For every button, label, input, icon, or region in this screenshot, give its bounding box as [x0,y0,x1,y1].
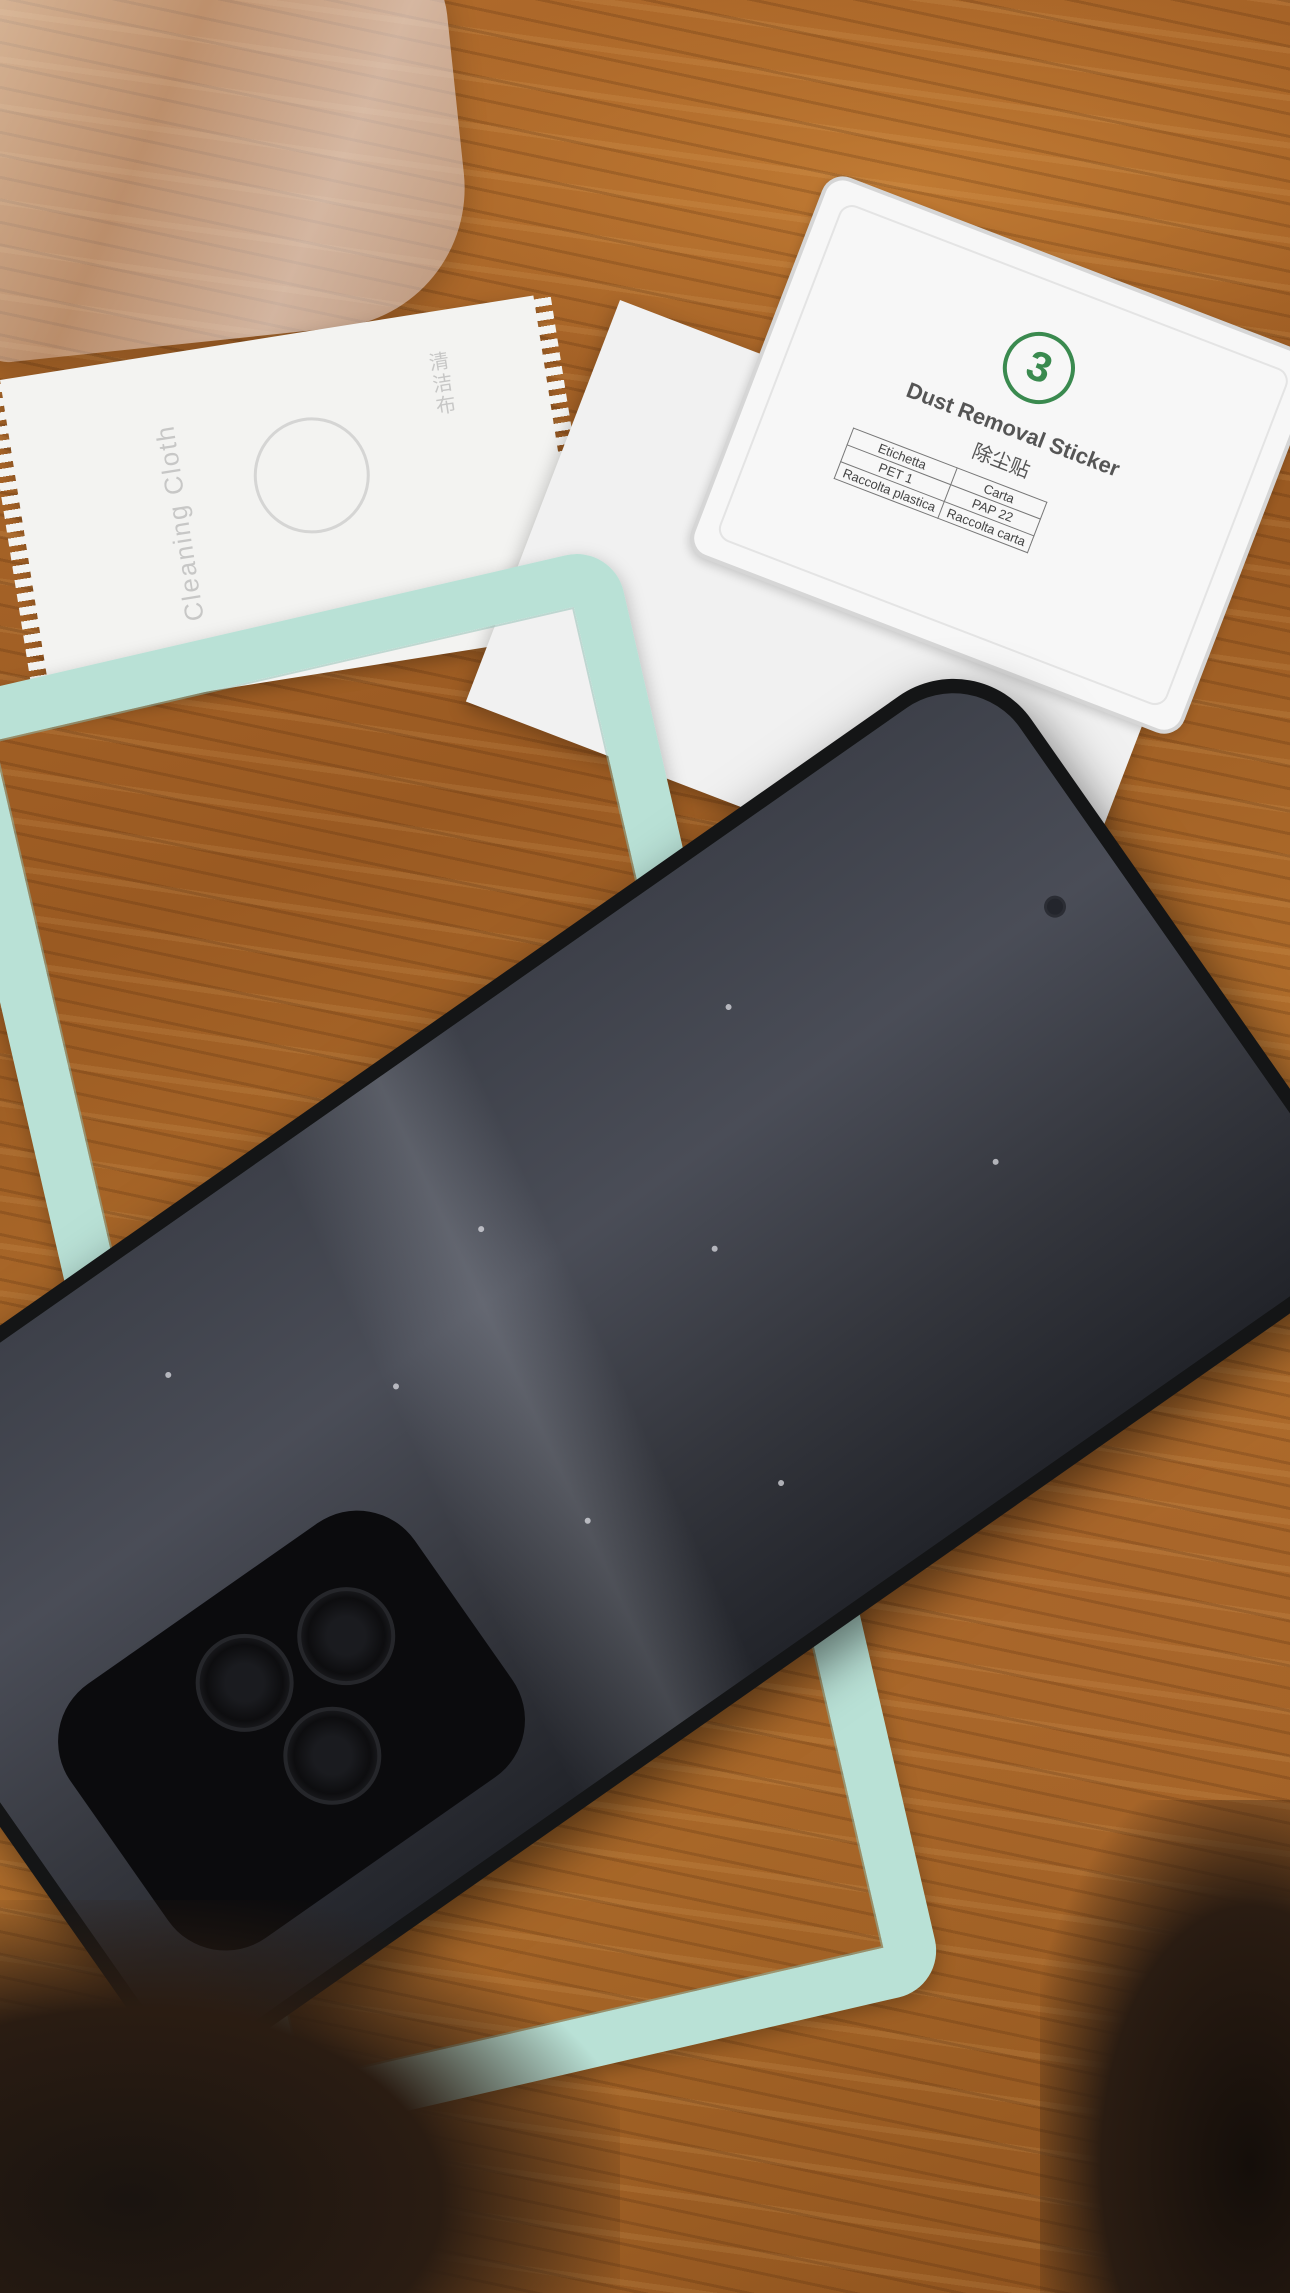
shadow [0,1900,620,2293]
dust-speck [724,1002,733,1012]
cloth-text: Cleaning Cloth [149,422,210,624]
dust-speck [164,1370,173,1380]
dust-speck [477,1224,486,1234]
dust-speck [991,1157,1000,1167]
dust-speck [391,1382,401,1391]
shadow [1040,1800,1290,2293]
camera-lens-icon [277,1567,415,1705]
photo-scene: Cleaning Cloth 清洁布 3 Dust Removal Sticke… [0,0,1290,2293]
dust-speck [710,1244,719,1253]
cloth-text-cn: 清洁布 [424,349,457,419]
dust-speck [583,1516,592,1525]
front-camera-icon [1043,895,1067,918]
cloth-logo-icon [245,409,379,542]
dust-speck [776,1478,786,1488]
